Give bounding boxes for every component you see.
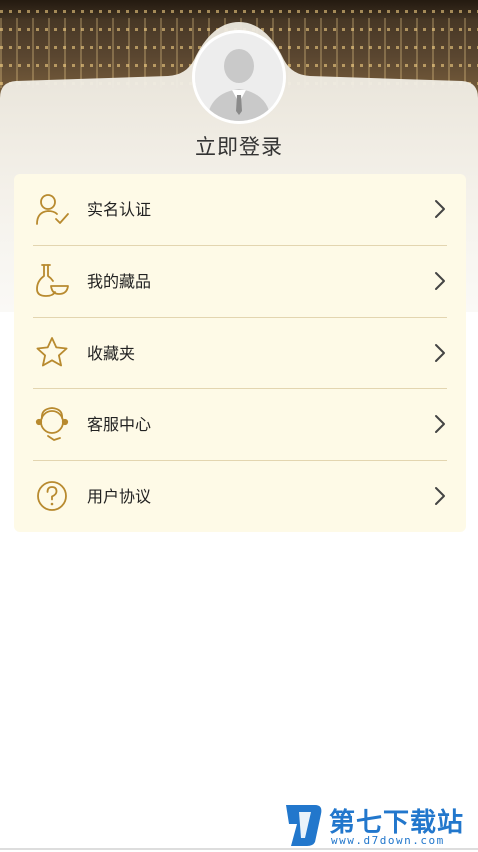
menu-item-real-name-verification[interactable]: 实名认证 xyxy=(14,174,466,245)
menu-item-customer-service[interactable]: 客服中心 xyxy=(14,389,466,460)
watermark-url: www.d7down.com xyxy=(331,834,445,847)
menu-item-user-agreement[interactable]: 用户协议 xyxy=(14,461,466,532)
menu-item-label: 实名认证 xyxy=(87,200,152,219)
menu-panel: 实名认证 我的藏品 收藏夹 客服中心 用户协议 xyxy=(14,174,466,532)
menu-item-label: 客服中心 xyxy=(87,415,152,434)
vase-icon xyxy=(34,263,70,299)
star-icon xyxy=(34,335,70,371)
user-check-icon xyxy=(34,191,70,227)
menu-item-label: 收藏夹 xyxy=(87,344,136,363)
chevron-right-icon xyxy=(434,271,446,291)
chevron-right-icon xyxy=(434,414,446,434)
login-button[interactable]: 立即登录 xyxy=(0,131,478,161)
chevron-right-icon xyxy=(434,486,446,506)
menu-item-label: 用户协议 xyxy=(87,487,152,506)
headset-icon xyxy=(34,406,70,442)
question-circle-icon xyxy=(34,478,70,514)
menu-item-my-collection[interactable]: 我的藏品 xyxy=(14,246,466,317)
watermark-logo-icon xyxy=(283,802,325,848)
chevron-right-icon xyxy=(434,199,446,219)
watermark: 第七下载站 www.d7down.com xyxy=(283,800,478,850)
default-user-avatar-icon xyxy=(195,33,283,121)
chevron-right-icon xyxy=(434,343,446,363)
menu-item-label: 我的藏品 xyxy=(87,272,152,291)
menu-item-favorites[interactable]: 收藏夹 xyxy=(14,318,466,389)
avatar[interactable] xyxy=(195,33,283,121)
